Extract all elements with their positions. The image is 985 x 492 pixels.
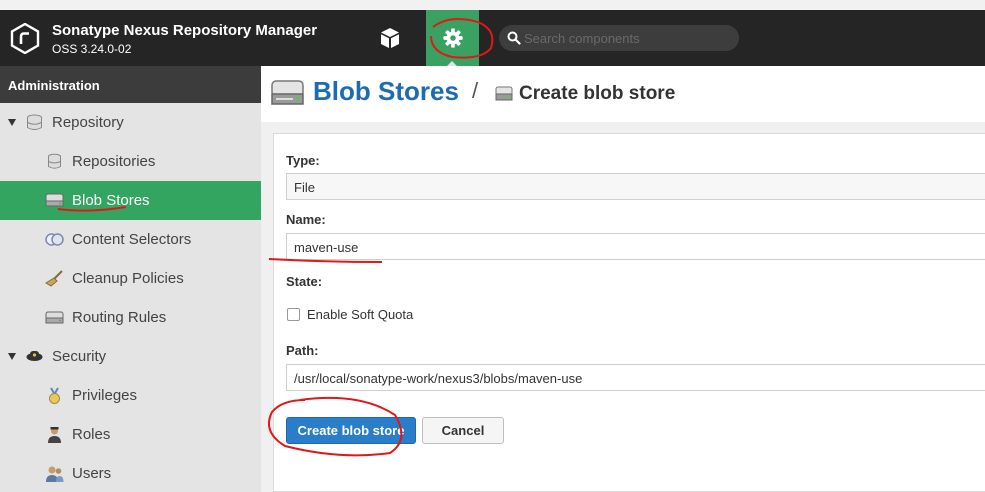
police-badge-icon	[25, 348, 44, 365]
users-icon	[45, 465, 64, 482]
page-title-link[interactable]: Blob Stores	[313, 76, 459, 107]
sidebar: Administration Repository Repositories B…	[0, 66, 261, 492]
cancel-button[interactable]: Cancel	[422, 417, 504, 444]
admin-mode-button[interactable]	[426, 10, 479, 66]
blob-store-icon	[271, 80, 304, 105]
selector-icon	[45, 231, 64, 248]
sidebar-item-blob-stores[interactable]: Blob Stores	[0, 181, 261, 220]
sidebar-item-privileges[interactable]: Privileges	[0, 376, 261, 415]
search-input[interactable]	[524, 28, 729, 48]
type-field: File	[286, 173, 985, 200]
sidebar-item-label: Cleanup Policies	[72, 270, 184, 287]
cube-icon	[381, 28, 399, 48]
browse-mode-button[interactable]	[372, 20, 408, 56]
name-field[interactable]: maven-use	[286, 233, 985, 260]
sidebar-item-security[interactable]: Security	[0, 337, 261, 376]
soft-quota-checkbox-row[interactable]: Enable Soft Quota	[287, 307, 413, 322]
drive-icon	[45, 309, 64, 326]
soft-quota-label: Enable Soft Quota	[307, 307, 414, 322]
expand-triangle-icon[interactable]	[8, 119, 16, 126]
sidebar-item-content-selectors[interactable]: Content Selectors	[0, 220, 261, 259]
breadcrumb-separator: /	[472, 78, 479, 103]
sidebar-item-label: Roles	[72, 426, 111, 443]
type-label: Type:	[286, 153, 320, 168]
path-label: Path:	[286, 343, 319, 358]
gear-icon	[442, 28, 463, 48]
soft-quota-checkbox[interactable]	[287, 308, 300, 321]
sidebar-item-label: Routing Rules	[72, 309, 167, 326]
nexus-window: Sonatype Nexus Repository Manager OSS 3.…	[0, 0, 985, 492]
blob-store-icon	[495, 86, 513, 101]
expand-triangle-icon[interactable]	[8, 353, 16, 360]
nexus-logo-icon	[10, 23, 40, 54]
breadcrumb: Blob Stores / Create blob store	[261, 66, 985, 122]
sidebar-item-roles[interactable]: Roles	[0, 415, 261, 454]
create-blob-store-button[interactable]: Create blob store	[286, 417, 416, 444]
broom-icon	[45, 270, 64, 287]
sidebar-item-users[interactable]: Users	[0, 454, 261, 492]
sidebar-item-repository[interactable]: Repository	[0, 103, 261, 142]
search-box[interactable]	[499, 25, 739, 51]
path-field[interactable]: /usr/local/sonatype-work/nexus3/blobs/ma…	[286, 364, 985, 391]
drive-icon	[45, 192, 64, 209]
sidebar-item-label: Privileges	[72, 387, 138, 404]
state-label: State:	[286, 274, 323, 289]
sidebar-item-label: Users	[72, 465, 112, 482]
medal-icon	[45, 386, 64, 404]
sidebar-item-repositories[interactable]: Repositories	[0, 142, 261, 181]
search-icon	[507, 31, 521, 45]
top-header: Sonatype Nexus Repository Manager OSS 3.…	[0, 10, 985, 66]
create-blob-store-form: Type: File Name: maven-use State: Enable…	[273, 133, 985, 492]
sidebar-item-routing-rules[interactable]: Routing Rules	[0, 298, 261, 337]
main-content: Blob Stores / Create blob store Type: Fi…	[261, 66, 985, 492]
breadcrumb-current: Create blob store	[519, 83, 676, 104]
user-role-icon	[45, 426, 64, 443]
sidebar-item-label: Repositories	[72, 153, 156, 170]
sidebar-section-title: Administration	[0, 66, 261, 103]
app-version: OSS 3.24.0-02	[52, 42, 132, 56]
sidebar-item-label: Security	[52, 348, 107, 365]
database-icon	[25, 114, 44, 131]
app-title: Sonatype Nexus Repository Manager	[52, 22, 318, 39]
sidebar-item-label: Repository	[52, 114, 124, 131]
sidebar-item-cleanup-policies[interactable]: Cleanup Policies	[0, 259, 261, 298]
database-icon	[45, 153, 64, 170]
browser-bookmarks-bar	[0, 0, 985, 10]
sidebar-item-label: Content Selectors	[72, 231, 192, 248]
name-label: Name:	[286, 212, 326, 227]
sidebar-item-label: Blob Stores	[72, 192, 150, 209]
